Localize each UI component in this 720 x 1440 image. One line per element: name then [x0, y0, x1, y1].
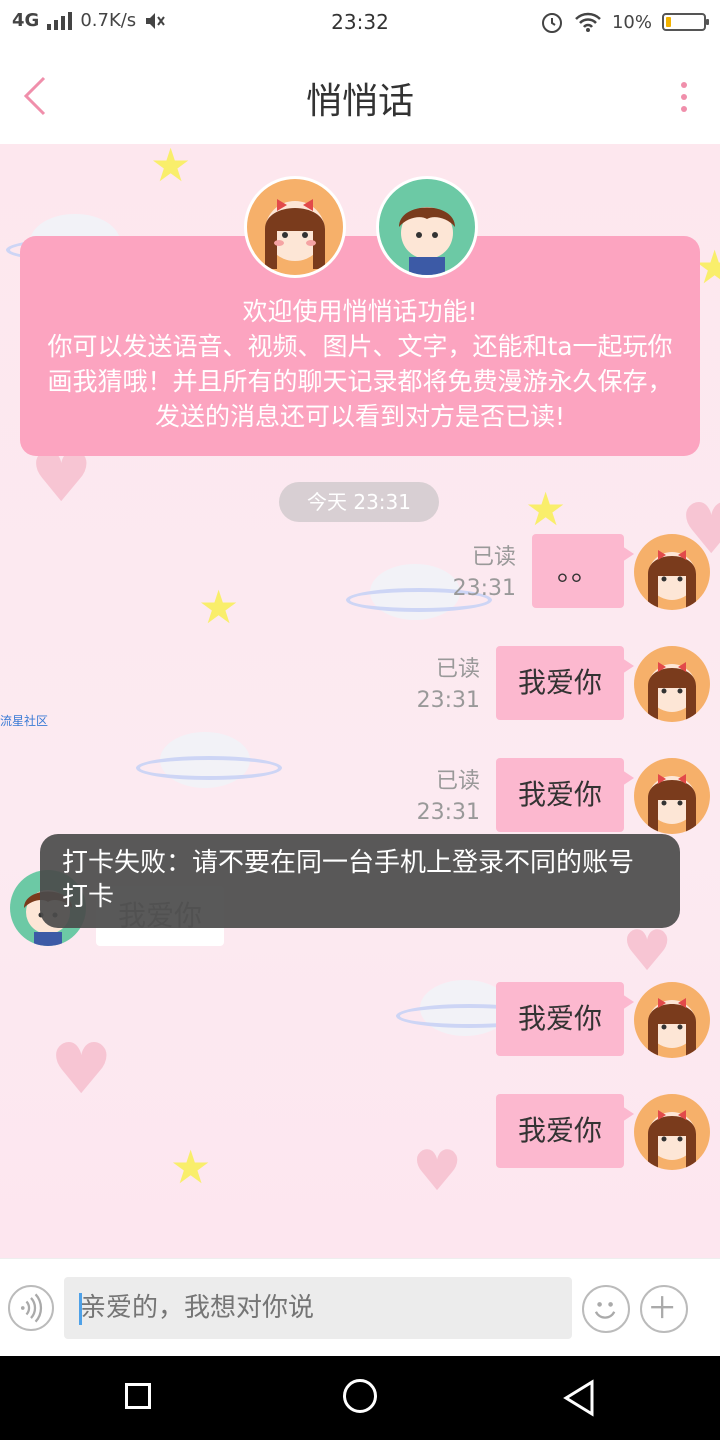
- message-meta: 已读 23:31: [404, 766, 480, 828]
- home-icon[interactable]: [343, 1379, 377, 1413]
- message-meta: 已读 23:31: [440, 542, 516, 604]
- my-avatar[interactable]: [634, 982, 710, 1058]
- chat-area[interactable]: ★ ★ ★ ★ ★ ♥ ♥ ♥ ♥ ♥ 欢迎使用悄悄话功能! 你可以发送语音、视…: [0, 144, 720, 1258]
- message-time: 23:31: [452, 576, 516, 601]
- message-time: 23:31: [416, 800, 480, 825]
- star-decoration: ★: [170, 1140, 212, 1194]
- status-right: 10%: [540, 10, 709, 34]
- recent-apps-icon[interactable]: [125, 1383, 151, 1409]
- voice-icon[interactable]: [8, 1285, 54, 1331]
- read-status: 已读: [435, 769, 480, 794]
- welcome-card: 欢迎使用悄悄话功能! 你可以发送语音、视频、图片、文字，还能和ta一起玩你画我猜…: [20, 236, 700, 456]
- sent-message-bubble[interactable]: 我爱你: [496, 646, 634, 720]
- my-avatar[interactable]: [634, 534, 710, 610]
- girl-avatar: [244, 176, 346, 278]
- star-decoration: ★: [150, 144, 192, 192]
- app-header: 悄悄话: [0, 46, 720, 144]
- boy-avatar: [376, 176, 478, 278]
- star-decoration: ★: [198, 580, 240, 634]
- alarm-icon: [541, 13, 562, 33]
- page-title: 悄悄话: [305, 81, 414, 122]
- planet-decoration: [136, 732, 282, 788]
- emoji-icon[interactable]: [582, 1285, 630, 1333]
- sent-message-bubble[interactable]: 。。: [532, 534, 634, 608]
- system-nav-bar: [0, 1356, 720, 1440]
- my-avatar[interactable]: [634, 1094, 710, 1170]
- read-status: 已读: [471, 545, 516, 570]
- my-avatar[interactable]: [634, 646, 710, 722]
- timestamp-badge: 今天 23:31: [279, 482, 439, 522]
- message-meta: 已读 23:31: [404, 654, 480, 716]
- message-input[interactable]: [64, 1277, 572, 1339]
- back-icon[interactable]: [560, 1378, 596, 1418]
- heart-decoration: ♥: [622, 919, 673, 984]
- status-bar: 4G 0.7K/s 23:32 10%: [0, 0, 720, 46]
- more-menu-icon[interactable]: [672, 76, 696, 120]
- toast-message: 打卡失败：请不要在同一台手机上登录不同的账号打卡: [40, 834, 680, 928]
- add-attachment-icon[interactable]: [640, 1285, 688, 1333]
- read-status: 已读: [435, 657, 480, 682]
- wifi-icon: [575, 12, 601, 32]
- star-decoration: ★: [525, 482, 567, 536]
- battery-percent: 10%: [611, 11, 652, 33]
- welcome-text: 欢迎使用悄悄话功能! 你可以发送语音、视频、图片、文字，还能和ta一起玩你画我猜…: [47, 297, 673, 431]
- battery-icon: [662, 13, 709, 31]
- sent-message-bubble[interactable]: 我爱你: [496, 758, 634, 832]
- heart-decoration: ♥: [412, 1139, 463, 1204]
- heart-decoration: ♥: [50, 1028, 113, 1110]
- watermark-link[interactable]: 流星社区: [0, 712, 48, 729]
- sent-message-bubble[interactable]: 我爱你: [496, 982, 634, 1056]
- input-bar: [0, 1258, 720, 1357]
- sent-message-bubble[interactable]: 我爱你: [496, 1094, 634, 1168]
- text-cursor: [79, 1293, 82, 1325]
- my-avatar[interactable]: [634, 758, 710, 834]
- message-time: 23:31: [416, 688, 480, 713]
